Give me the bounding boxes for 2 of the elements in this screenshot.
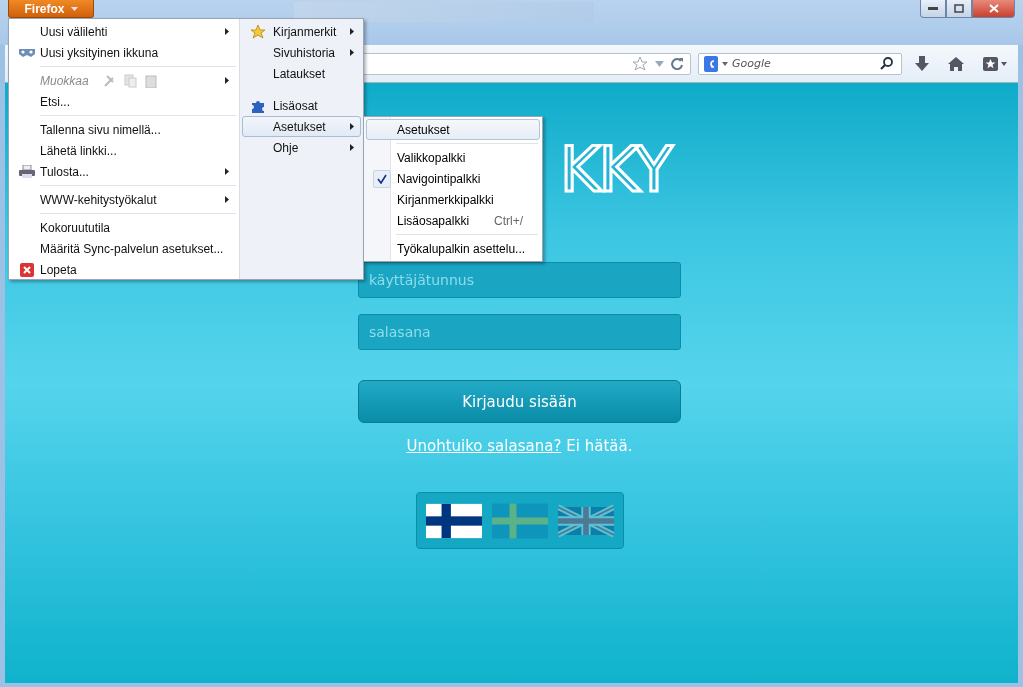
shortcut-text: Ctrl+/ (494, 213, 523, 228)
reassurance-text: Ei hätää. (566, 437, 633, 455)
